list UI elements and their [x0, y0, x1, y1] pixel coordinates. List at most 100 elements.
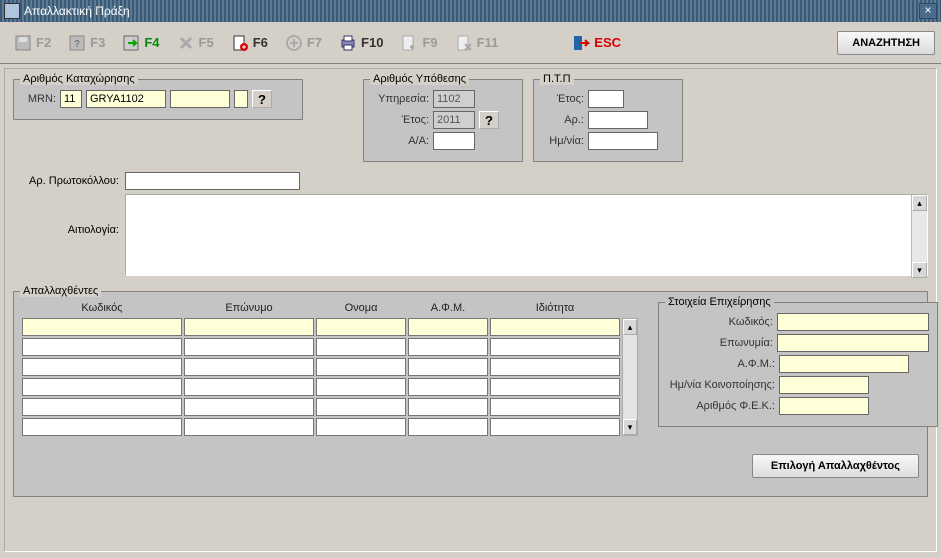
f9-label: F9 — [422, 35, 437, 50]
row-surname[interactable] — [184, 318, 314, 336]
mrn-part2-input[interactable] — [86, 90, 166, 108]
esc-label: ESC — [594, 35, 621, 50]
row-capacity[interactable] — [490, 358, 620, 376]
row-surname[interactable] — [184, 358, 314, 376]
f7-button: F7 — [277, 27, 329, 59]
f10-button[interactable]: F10 — [331, 27, 390, 59]
col-afm: Α.Φ.Μ. — [408, 302, 488, 316]
biz-fek-input[interactable] — [779, 397, 869, 415]
aa-input[interactable] — [433, 132, 475, 150]
list-legend: Απαλλαχθέντες — [20, 285, 101, 297]
row-capacity[interactable] — [490, 318, 620, 336]
mrn-part4-input[interactable] — [234, 90, 248, 108]
list-group: Απαλλαχθέντες Κωδικός Επώνυμο Ονομα Α.Φ.… — [13, 291, 928, 497]
row-capacity[interactable] — [490, 398, 620, 416]
row-code[interactable] — [22, 378, 182, 396]
ptp-ar-label: Αρ.: — [544, 114, 584, 126]
biz-name-input[interactable] — [777, 334, 929, 352]
f6-button[interactable]: F6 — [223, 27, 275, 59]
f2-label: F2 — [36, 35, 51, 50]
grid-scroll-up-icon[interactable]: ▴ — [623, 319, 637, 335]
app-icon — [4, 3, 20, 19]
row-name[interactable] — [316, 338, 406, 356]
titlebar: Απαλλακτική Πράξη × — [0, 0, 941, 22]
protocol-input[interactable] — [125, 172, 300, 190]
biz-notif-input[interactable] — [779, 376, 869, 394]
row-capacity[interactable] — [490, 378, 620, 396]
row-afm[interactable] — [408, 418, 488, 436]
row-capacity[interactable] — [490, 418, 620, 436]
f5-label: F5 — [199, 35, 214, 50]
doc-x-icon — [454, 33, 474, 53]
grid-scroll-track[interactable] — [623, 335, 637, 419]
service-input — [433, 90, 475, 108]
aa-label: Α/Α: — [374, 135, 429, 147]
scroll-track[interactable] — [912, 211, 927, 262]
year-label: Έτος: — [374, 114, 429, 126]
mrn-legend: Αριθμός Καταχώρησης — [20, 73, 138, 85]
f6-label: F6 — [253, 35, 268, 50]
row-code[interactable] — [22, 338, 182, 356]
row-afm[interactable] — [408, 318, 488, 336]
ptp-date-input[interactable] — [588, 132, 658, 150]
row-surname[interactable] — [184, 418, 314, 436]
ptp-date-label: Ημ/νία: — [544, 135, 584, 147]
new-doc-icon — [230, 33, 250, 53]
biz-afm-input[interactable] — [779, 355, 909, 373]
scroll-down-icon[interactable]: ▾ — [912, 262, 927, 278]
row-code[interactable] — [22, 358, 182, 376]
mrn-part3-input[interactable] — [170, 90, 230, 108]
row-afm[interactable] — [408, 338, 488, 356]
business-group: Στοιχεία Επιχείρησης Κωδικός: Επωνυμία: … — [658, 302, 938, 427]
search-button[interactable]: ΑΝΑΖΗΤΗΣΗ — [837, 31, 935, 55]
f9-button: F9 — [392, 27, 444, 59]
row-name[interactable] — [316, 358, 406, 376]
row-afm[interactable] — [408, 378, 488, 396]
mrn-help-button[interactable]: ? — [252, 90, 272, 108]
row-code[interactable] — [22, 398, 182, 416]
scroll-up-icon[interactable]: ▴ — [912, 195, 927, 211]
biz-name-label: Επωνυμία: — [667, 337, 773, 349]
f3-label: F3 — [90, 35, 105, 50]
esc-button[interactable]: ESC — [564, 27, 628, 59]
delete-icon — [176, 33, 196, 53]
f4-button[interactable]: F4 — [114, 27, 166, 59]
f11-button: F11 — [447, 27, 506, 59]
grid-scroll-down-icon[interactable]: ▾ — [623, 419, 637, 435]
mrn-group: Αριθμός Καταχώρησης MRN: ? — [13, 79, 303, 120]
row-code[interactable] — [22, 418, 182, 436]
toolbar: F2 ? F3 F4 F5 F6 F7 F10 — [0, 22, 941, 64]
select-exempt-button[interactable]: Επιλογή Απαλλαχθέντος — [752, 454, 919, 478]
print-icon — [338, 33, 358, 53]
row-name[interactable] — [316, 418, 406, 436]
reason-scrollbar[interactable]: ▴ ▾ — [911, 195, 927, 278]
row-name[interactable] — [316, 398, 406, 416]
case-help-button[interactable]: ? — [479, 111, 499, 129]
protocol-label: Αρ. Πρωτοκόλλου: — [13, 175, 121, 187]
biz-code-input[interactable] — [777, 313, 929, 331]
mrn-label: MRN: — [24, 93, 56, 105]
ptp-ar-input[interactable] — [588, 111, 648, 129]
ptp-group: Π.Τ.Π Έτος: Αρ.: Ημ/νία: — [533, 79, 683, 162]
business-legend: Στοιχεία Επιχείρησης — [665, 296, 774, 308]
row-surname[interactable] — [184, 338, 314, 356]
row-afm[interactable] — [408, 358, 488, 376]
row-name[interactable] — [316, 378, 406, 396]
row-surname[interactable] — [184, 378, 314, 396]
row-name[interactable] — [316, 318, 406, 336]
row-capacity[interactable] — [490, 338, 620, 356]
add-icon — [284, 33, 304, 53]
svg-text:?: ? — [74, 39, 80, 50]
row-code[interactable] — [22, 318, 182, 336]
ptp-year-input[interactable] — [588, 90, 624, 108]
f3-button: ? F3 — [60, 27, 112, 59]
reason-textarea[interactable] — [125, 194, 928, 276]
close-icon[interactable]: × — [919, 3, 937, 19]
biz-afm-label: Α.Φ.Μ.: — [667, 358, 775, 370]
grid-scrollbar[interactable]: ▴ ▾ — [622, 318, 638, 436]
mrn-part1-input[interactable] — [60, 90, 82, 108]
ptp-year-label: Έτος: — [544, 93, 584, 105]
row-surname[interactable] — [184, 398, 314, 416]
save-go-icon — [121, 33, 141, 53]
row-afm[interactable] — [408, 398, 488, 416]
